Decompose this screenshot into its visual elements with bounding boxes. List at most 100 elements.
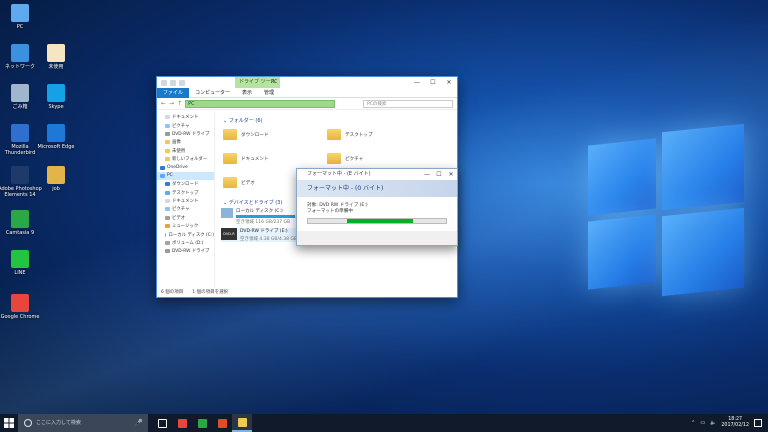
tab-file[interactable]: ファイル [157,87,190,98]
folder-downloads[interactable]: ダウンロード [223,129,269,140]
devices-header[interactable]: ⌄ デバイスとドライブ (3) [223,199,282,206]
maximize-button[interactable]: ☐ [425,77,441,88]
desktop-icon[interactable]: Microsoft Edge [32,124,80,150]
task-view-icon [157,418,167,428]
format-progress-bar [307,218,447,224]
desktop-icon[interactable]: Skype [32,84,80,110]
taskbar-app-button[interactable] [232,414,252,432]
nav-item[interactable]: 未使用 [157,147,214,155]
desktop-icon-label: job [52,186,60,192]
nav-item-label: PC [167,173,173,179]
nav-item[interactable]: ビデオ [157,214,214,222]
nav-item[interactable]: ダウンロード [157,180,214,188]
nav-item-label: ダウンロード [172,182,199,188]
nav-item[interactable]: OneDrive [157,163,214,171]
network-icon[interactable]: ▭ [700,420,705,426]
nav-item-icon [165,140,170,145]
quick-access-toolbar[interactable] [157,79,185,86]
desktop-icon[interactable]: Google Chrome [0,294,44,320]
tab-manage[interactable]: 管理 [258,88,280,98]
nav-item[interactable]: ドキュメント [157,113,214,121]
nav-item-icon [165,241,170,246]
nav-item[interactable]: DVD-RW ドライブ [157,130,214,138]
folder-videos[interactable]: ビデオ [223,177,255,188]
dialog-minimize-button[interactable]: — [421,169,433,180]
nav-item-icon [165,157,170,162]
search-input[interactable]: PCの検索 [363,99,453,108]
nav-item-label: DVD-RW ドライブ [172,131,210,137]
desktop-icon[interactable]: PC [0,4,44,30]
start-button[interactable] [0,414,18,432]
nav-item[interactable]: ピクチャ [157,205,214,213]
up-icon[interactable]: ↑ [177,100,182,107]
nav-item-label: 画像 [172,140,181,146]
chrome-icon [177,418,187,428]
nav-item-icon [165,199,170,204]
dialog-heading: フォーマット中 - (0 バイト) [297,180,457,197]
nav-item[interactable]: ドキュメント [157,197,214,205]
nav-item[interactable]: デスクトップ [157,189,214,197]
taskbar-search-box[interactable]: ここに入力して検索 🎤 [18,414,148,432]
nav-item[interactable]: ミュージック [157,222,214,230]
desktop-icon[interactable]: job [32,166,80,192]
tab-view[interactable]: 表示 [236,88,258,98]
nav-item-icon [165,115,170,120]
minimize-button[interactable]: — [409,77,425,88]
nav-item-icon [165,131,170,136]
tab-computer[interactable]: コンピューター [189,88,236,98]
folders-header[interactable]: ⌄ フォルダー (6) [223,117,449,124]
nav-item[interactable]: ボリューム (D:) [157,239,214,247]
dialog-close-button[interactable]: ✕ [445,169,457,180]
nav-item[interactable]: 画像 [157,138,214,146]
folder-icon [223,153,237,164]
edge-icon [47,124,65,142]
folder-pictures[interactable]: ピクチャ [327,153,363,164]
dialog-title: フォーマット中 - (E バイト) [307,171,371,177]
folder-icon [327,153,341,164]
system-tray: ⌃ ▭ 🔈 18:27 2017/02/12 [691,417,768,429]
action-center-icon[interactable] [754,419,762,427]
properties-icon[interactable] [170,79,176,86]
nav-item[interactable]: ピクチャ [157,121,214,129]
microphone-icon[interactable]: 🎤 [134,414,143,432]
hard-drive-icon [221,208,233,218]
save-icon[interactable] [161,79,167,86]
explorer-title-bar[interactable]: ドライブ ツール PC — ☐ ✕ [157,77,457,88]
dialog-title-bar[interactable]: フォーマット中 - (E バイト) — ☐ ✕ [297,169,457,180]
clock[interactable]: 18:27 2017/02/12 [721,417,749,429]
desktop-icon[interactable]: 未使用 [32,44,80,70]
search-placeholder: ここに入力して検索 [36,420,81,426]
nav-item[interactable]: DVD-RW ドライブ [157,247,214,255]
nav-item-label: ピクチャ [172,207,190,213]
folder-icon [223,129,237,140]
nav-item-label: 未使用 [172,148,186,154]
new-folder-icon[interactable] [179,79,185,86]
desktop-icon[interactable]: Camtasia 9 [0,210,44,236]
nav-item[interactable]: PC [157,171,214,181]
address-bar[interactable]: PC [185,99,336,108]
volume-icon[interactable]: 🔈 [710,420,716,426]
back-icon[interactable]: ← [161,100,166,107]
nav-item-icon [165,123,170,128]
nav-item[interactable]: ローカル ディスク (C:) [157,230,214,238]
pc-icon [11,4,29,22]
file-explorer-icon [237,417,247,427]
folder-desktop[interactable]: デスクトップ [327,129,373,140]
navigation-pane[interactable]: ドキュメント ピクチャ DVD-RW ドライブ 画像 未使用 新しいフォルダー OneDri… [157,111,215,288]
taskbar-app-button[interactable] [152,414,172,432]
camtasia-icon [11,210,29,228]
nav-item[interactable]: 新しいフォルダー [157,155,214,163]
forward-icon[interactable]: → [169,100,174,107]
taskbar-app-button[interactable] [172,414,192,432]
close-button[interactable]: ✕ [441,77,457,88]
taskbar-app-button[interactable] [192,414,212,432]
status-bar: 6 個の項目 1 個の項目を選択 [161,290,229,295]
desktop-icon-label: LINE [14,270,26,276]
folder-documents[interactable]: ドキュメント [223,153,269,164]
desktop-icon[interactable]: LINE [0,250,44,276]
chevron-up-icon[interactable]: ⌃ [691,420,695,426]
format-progress-dialog[interactable]: フォーマット中 - (E バイト) — ☐ ✕ フォーマット中 - (0 バイト… [296,168,458,246]
dialog-maximize-button[interactable]: ☐ [433,169,445,180]
nav-item-label: ドキュメント [172,115,199,121]
taskbar-app-button[interactable] [212,414,232,432]
